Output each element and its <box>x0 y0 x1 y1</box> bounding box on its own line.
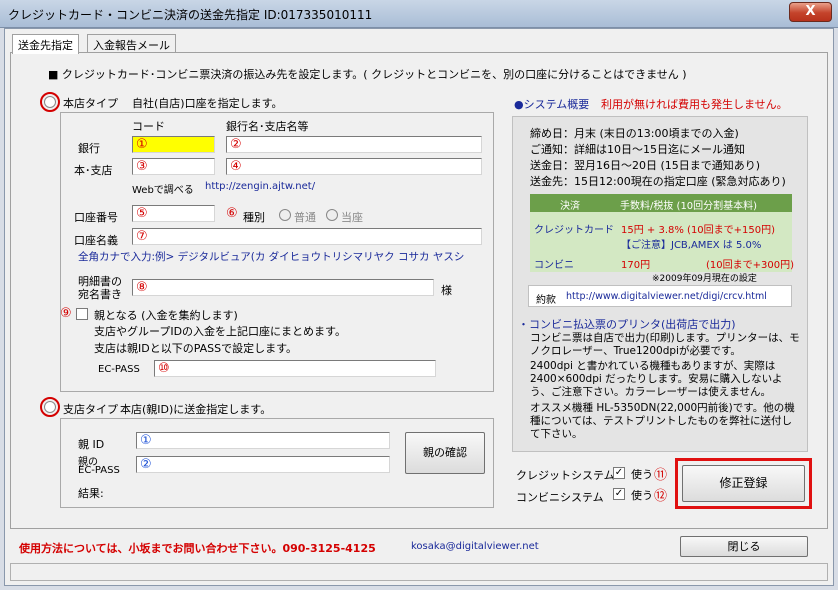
result-label: 結果: <box>78 487 104 500</box>
annotation-6: ⑥ <box>226 206 238 221</box>
fee-header-2: 手数料/税抜 (10回分割基本料) <box>620 201 758 212</box>
system-line-2: ご通知：詳細は10日～15日迄にメール通知 <box>530 143 745 156</box>
system-title: ●システム概要 <box>514 98 590 111</box>
shiten-radio-label: 支店タイプ <box>63 403 118 416</box>
conv-label: コンビニ <box>534 260 574 271</box>
addressee-suffix: 様 <box>441 284 452 297</box>
tab-send-destination[interactable]: 送金先指定 <box>12 34 79 54</box>
contact-text: 使用方法については、小坂までお問い合わせ下さい。090-3125-4125 <box>19 542 376 555</box>
credit-fee: 15円 + 3.8% (10回まで+150円) <box>621 225 776 236</box>
system-note: 利用が無ければ費用も発生しません。 <box>601 98 788 111</box>
annotation-10: ⑩ <box>158 361 170 376</box>
annotation-2: ② <box>230 137 242 152</box>
parent-id-input[interactable] <box>136 432 390 449</box>
conv-fee: 170円 <box>621 260 651 271</box>
parent-ecpass-input[interactable] <box>136 456 390 473</box>
annotation-8: ⑧ <box>136 280 148 295</box>
annotation-1: ① <box>136 137 148 152</box>
account-number-label: 口座番号 <box>74 211 118 224</box>
system-line-4: 送金先：15日12:00現在の指定口座 (緊急対応あり) <box>530 175 786 188</box>
conv-use-label: 使う <box>631 489 653 502</box>
account-name-hint: 全角カナで入力:例> デジタルビュア(カ ダイヒョウトリシマリヤク コサカ ヤス… <box>78 251 465 263</box>
web-lookup-link[interactable]: http://zengin.ajtw.net/ <box>205 181 315 192</box>
annotation-1-blue: ① <box>140 433 152 448</box>
kind-touza-label: 当座 <box>341 211 363 224</box>
parent-id-label: 親 ID <box>78 438 105 451</box>
addressee-input[interactable] <box>132 279 434 296</box>
parent-checkbox[interactable] <box>76 308 88 320</box>
terms-label: 約款 <box>536 295 556 306</box>
notice-text: ■ クレジットカード･コンビニ票決済の振込み先を設定します。( クレジットとコン… <box>48 68 687 81</box>
system-line-1: 締め日：月末 (末日の13:00頃までの入金) <box>530 127 739 140</box>
name-column-header: 銀行名･支店名等 <box>226 120 309 133</box>
kind-futsu-label: 普通 <box>294 211 316 224</box>
ecpass-input[interactable] <box>154 360 436 377</box>
web-lookup-label: Webで調べる <box>132 185 194 196</box>
annotation-12: ⑫ <box>654 489 668 504</box>
annotation-9: ⑨ <box>60 306 72 321</box>
annotation-2-blue: ② <box>140 457 152 472</box>
printer-paragraph-3: オススメ機種 HL-5350DN(22,000円前後)です。他の機種については、… <box>530 402 795 440</box>
account-name-label: 口座名義 <box>74 234 118 247</box>
account-name-input[interactable] <box>132 228 482 245</box>
printer-paragraph-2: 2400dpi と書かれている機種もありますが、実際は2400×600dpi だ… <box>530 360 783 398</box>
ecpass-label: EC-PASS <box>98 364 140 375</box>
parent-confirm-button[interactable]: 親の確認 <box>405 432 485 474</box>
honten-description: 自社(自店)口座を指定します。 <box>132 97 283 110</box>
conv-system-label: コンビニシステム <box>516 491 604 504</box>
bank-label: 銀行 <box>78 142 100 155</box>
conv-system-checkbox[interactable]: ✓ <box>613 488 625 500</box>
credit-system-label: クレジットシステム <box>516 469 615 482</box>
honten-radio[interactable] <box>44 96 56 108</box>
annotation-3: ③ <box>136 159 148 174</box>
printer-paragraph-1: コンビニ票は自店で出力(印刷)します。プリンターは、モノクロレーザー、True1… <box>530 332 800 357</box>
fee-header-1: 決済 <box>560 201 580 212</box>
terms-link[interactable]: http://www.digitalviewer.net/digi/crcv.h… <box>566 291 767 302</box>
window-title: クレジットカード・コンビニ決済の送金先指定 ID:017335010111 <box>8 8 373 22</box>
status-bar <box>10 563 828 581</box>
kind-touza-radio[interactable] <box>326 209 338 221</box>
close-button[interactable]: 閉じる <box>680 536 808 557</box>
annotation-5: ⑤ <box>136 206 148 221</box>
parent-desc-2: 支店は親IDと以下のPASSで設定します。 <box>94 342 298 355</box>
contact-email: kosaka@digitalviewer.net <box>411 541 539 552</box>
parent-desc-1: 支店やグループIDの入金を上記口座にまとめます。 <box>94 325 346 338</box>
system-line-3: 送金日：翌月16日～20日 (15日まで通知あり) <box>530 159 761 172</box>
branch-label: 本･支店 <box>74 164 113 177</box>
credit-system-checkbox[interactable]: ✓ <box>613 467 625 479</box>
conv-fee-note: (10回まで+300円) <box>706 260 794 271</box>
credit-note: 【ご注意】JCB,AMEX は 5.0% <box>621 240 762 251</box>
window-close-button[interactable]: X <box>789 2 832 22</box>
annotation-11: ⑪ <box>654 468 668 483</box>
submit-button[interactable]: 修正登録 <box>682 465 805 502</box>
credit-use-label: 使う <box>631 468 653 481</box>
honten-radio-label: 本店タイプ <box>63 97 118 110</box>
shiten-description: 本店(親ID)に送金指定します。 <box>120 403 272 416</box>
tab-payment-mail[interactable]: 入金報告メール <box>87 34 176 53</box>
code-column-header: コード <box>132 120 165 133</box>
kind-label: 種別 <box>243 211 265 224</box>
fee-as-of: ※2009年09月現在の設定 <box>652 274 757 284</box>
shiten-radio[interactable] <box>44 401 56 413</box>
kind-futsu-radio[interactable] <box>279 209 291 221</box>
branch-name-input[interactable] <box>226 158 482 175</box>
parent-label: 親となる (入金を集約します) <box>94 309 238 322</box>
annotation-4: ④ <box>230 159 242 174</box>
credit-label: クレジットカード <box>534 225 614 236</box>
addressee-label-2: 宛名書き <box>78 288 122 301</box>
parent-ecpass-label-2: EC-PASS <box>78 465 120 476</box>
printer-title: ・コンビニ払込票のプリンタ(出荷店で出力) <box>518 318 736 331</box>
annotation-7: ⑦ <box>136 229 148 244</box>
bank-name-input[interactable] <box>226 136 482 153</box>
